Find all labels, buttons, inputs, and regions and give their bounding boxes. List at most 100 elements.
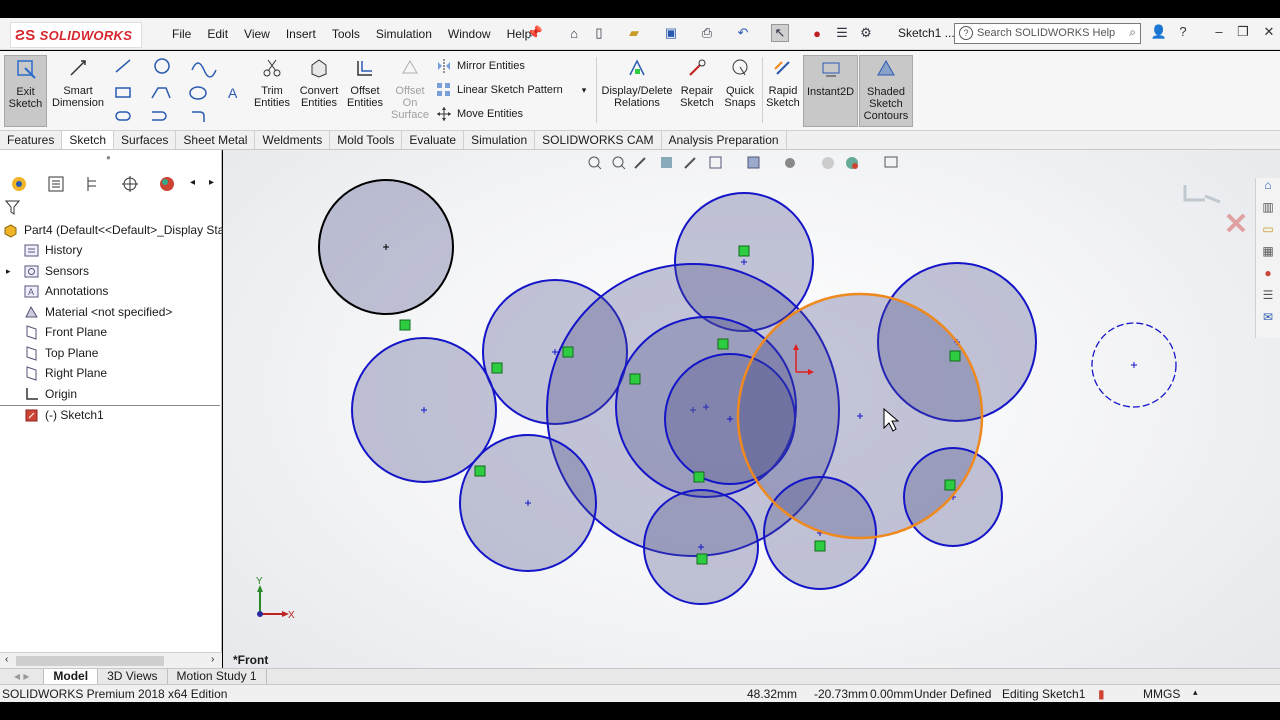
display-style-icon[interactable] (747, 156, 760, 169)
options-gear-icon[interactable]: ⚙ (857, 24, 875, 42)
expand-annotations-icon[interactable]: ▸ (6, 261, 11, 281)
apply-scene-icon[interactable] (846, 157, 858, 169)
menu-insert[interactable]: Insert (278, 26, 324, 42)
scroll-thumb[interactable] (16, 656, 164, 666)
chevron-down-icon[interactable]: ▾ (582, 85, 587, 96)
tab-mold-tools[interactable]: Mold Tools (330, 131, 403, 149)
view-palette-icon[interactable]: ▦ (1256, 244, 1280, 266)
design-library-icon[interactable]: ▥ (1256, 200, 1280, 222)
edit-appearance-icon[interactable] (822, 157, 834, 169)
tangent-relation-icon[interactable] (944, 479, 956, 491)
hide-show-items-icon[interactable] (785, 158, 795, 168)
user-account-icon[interactable]: 👤 (1148, 24, 1170, 42)
display-manager-tab-icon[interactable] (153, 173, 181, 195)
trim-entities-button[interactable]: Trim Entities (252, 55, 292, 109)
horizontal-scrollbar[interactable]: ‹ › (0, 652, 222, 668)
tree-item-front-plane[interactable]: Front Plane (24, 322, 107, 342)
home-icon[interactable]: ⌂ (565, 24, 583, 42)
rebuild-status-icon[interactable]: ▮ (1098, 687, 1105, 701)
mirror-entities-button[interactable]: Mirror Entities (436, 58, 525, 74)
search-icon[interactable]: ⌕ (1129, 25, 1136, 40)
bottom-tabs-nav-icon[interactable]: ◂ ▸ (0, 669, 45, 684)
tab-solidworks-cam[interactable]: SOLIDWORKS CAM (535, 131, 662, 149)
filter-icon[interactable] (4, 200, 21, 218)
quick-snaps-button[interactable]: Quick Snaps (721, 55, 759, 109)
repair-sketch-button[interactable]: Repair Sketch (678, 55, 716, 109)
solidworks-resources-icon[interactable]: ⌂ (1256, 178, 1280, 200)
tab-3d-views[interactable]: 3D Views (98, 669, 168, 684)
tree-item-top-plane[interactable]: Top Plane (24, 343, 98, 363)
tree-item-history[interactable]: History (24, 240, 82, 260)
move-entities-button[interactable]: Move Entities (436, 106, 523, 122)
tab-surfaces[interactable]: Surfaces (114, 131, 177, 149)
tree-item-material[interactable]: Material <not specified> (24, 302, 172, 322)
tangent-relation-icon[interactable] (629, 373, 641, 385)
unit-menu-icon[interactable]: ▴ (1193, 687, 1198, 698)
offset-entities-button[interactable]: Offset Entities (344, 55, 386, 109)
menu-edit[interactable]: Edit (199, 26, 236, 42)
property-manager-tab-icon[interactable] (42, 173, 70, 195)
view-settings-icon[interactable] (884, 156, 898, 168)
sketch-canvas[interactable]: Y X (223, 150, 1280, 668)
tree-item-origin[interactable]: Origin (24, 384, 77, 404)
scroll-right-icon[interactable]: › (211, 654, 214, 665)
sketch-circles-group[interactable] (318, 179, 1037, 605)
tangent-relation-icon[interactable] (949, 350, 961, 362)
view-orientation-icon[interactable] (709, 156, 722, 169)
undo-icon[interactable]: ↶ (734, 24, 752, 42)
menu-window[interactable]: Window (440, 26, 499, 42)
exit-sketch-button[interactable]: Exit Sketch (4, 55, 47, 127)
section-view-icon[interactable] (661, 157, 672, 168)
configuration-manager-tab-icon[interactable] (79, 173, 107, 195)
tab-weldments[interactable]: Weldments (255, 131, 331, 149)
tangent-relation-icon[interactable] (399, 319, 411, 331)
pin-icon[interactable]: 📌 (526, 24, 544, 42)
help-icon[interactable]: ? (1172, 24, 1194, 42)
new-document-icon[interactable]: ▯ (590, 24, 608, 42)
tangent-relation-icon[interactable] (717, 338, 729, 350)
file-properties-icon[interactable]: ☰ (833, 24, 851, 42)
tangent-relation-icon[interactable] (562, 346, 574, 358)
tangent-relation-icon[interactable] (738, 245, 750, 257)
zoom-to-fit-icon[interactable] (588, 156, 602, 170)
solidworks-logo[interactable]: ƧS SOLIDWORKS (10, 22, 142, 48)
pane-grip-icon[interactable]: ● (106, 153, 111, 162)
tree-item-sketch1[interactable]: (-) Sketch1 (24, 405, 104, 425)
forum-icon[interactable]: ✉ (1256, 310, 1280, 332)
tab-analysis-preparation[interactable]: Analysis Preparation (662, 131, 787, 149)
select-pointer-icon[interactable]: ↖ (771, 24, 789, 42)
tangent-relation-icon[interactable] (474, 465, 486, 477)
tree-item-right-plane[interactable]: Right Plane (24, 363, 107, 383)
tab-sketch[interactable]: Sketch (62, 131, 115, 149)
custom-properties-icon[interactable]: ☰ (1256, 288, 1280, 310)
previous-view-icon[interactable] (634, 157, 646, 169)
feature-manager-tab-icon[interactable] (5, 173, 33, 195)
menu-view[interactable]: View (236, 26, 278, 42)
save-icon[interactable]: ▣ (662, 24, 680, 42)
instant2d-button[interactable]: Instant2D (803, 55, 858, 127)
shaded-sketch-contours-button[interactable]: Shaded Sketch Contours (859, 55, 913, 127)
sketch-entity-tools[interactable]: A (112, 56, 246, 126)
tree-root-part[interactable]: Part4 (Default<<Default>_Display State (3, 220, 234, 240)
tree-item-annotations[interactable]: A Annotations (24, 281, 108, 301)
open-folder-icon[interactable]: ▰ (625, 24, 643, 42)
tab-simulation[interactable]: Simulation (464, 131, 536, 149)
menu-file[interactable]: File (164, 26, 199, 42)
dynamic-annotation-icon[interactable] (684, 157, 696, 169)
help-search-input[interactable]: ? Search SOLIDWORKS Help ⌕ (954, 23, 1141, 44)
menu-simulation[interactable]: Simulation (368, 26, 440, 42)
file-explorer-icon[interactable]: ▭ (1256, 222, 1280, 244)
close-icon[interactable]: ✕ (1258, 24, 1280, 42)
scroll-left-icon[interactable]: ‹ (5, 654, 8, 665)
tangent-relation-icon[interactable] (814, 540, 826, 552)
minimize-icon[interactable]: – (1208, 24, 1230, 42)
tab-evaluate[interactable]: Evaluate (402, 131, 465, 149)
convert-entities-button[interactable]: Convert Entities (297, 55, 341, 109)
unit-system[interactable]: MMGS (1143, 687, 1180, 701)
restore-icon[interactable]: ❐ (1232, 24, 1254, 42)
linear-sketch-pattern-button[interactable]: Linear Sketch Pattern ▾ (436, 82, 586, 98)
menu-tools[interactable]: Tools (324, 26, 368, 42)
rebuild-icon[interactable]: ● (808, 24, 826, 42)
tab-features[interactable]: Features (0, 131, 63, 149)
tangent-relation-icon[interactable] (491, 362, 503, 374)
